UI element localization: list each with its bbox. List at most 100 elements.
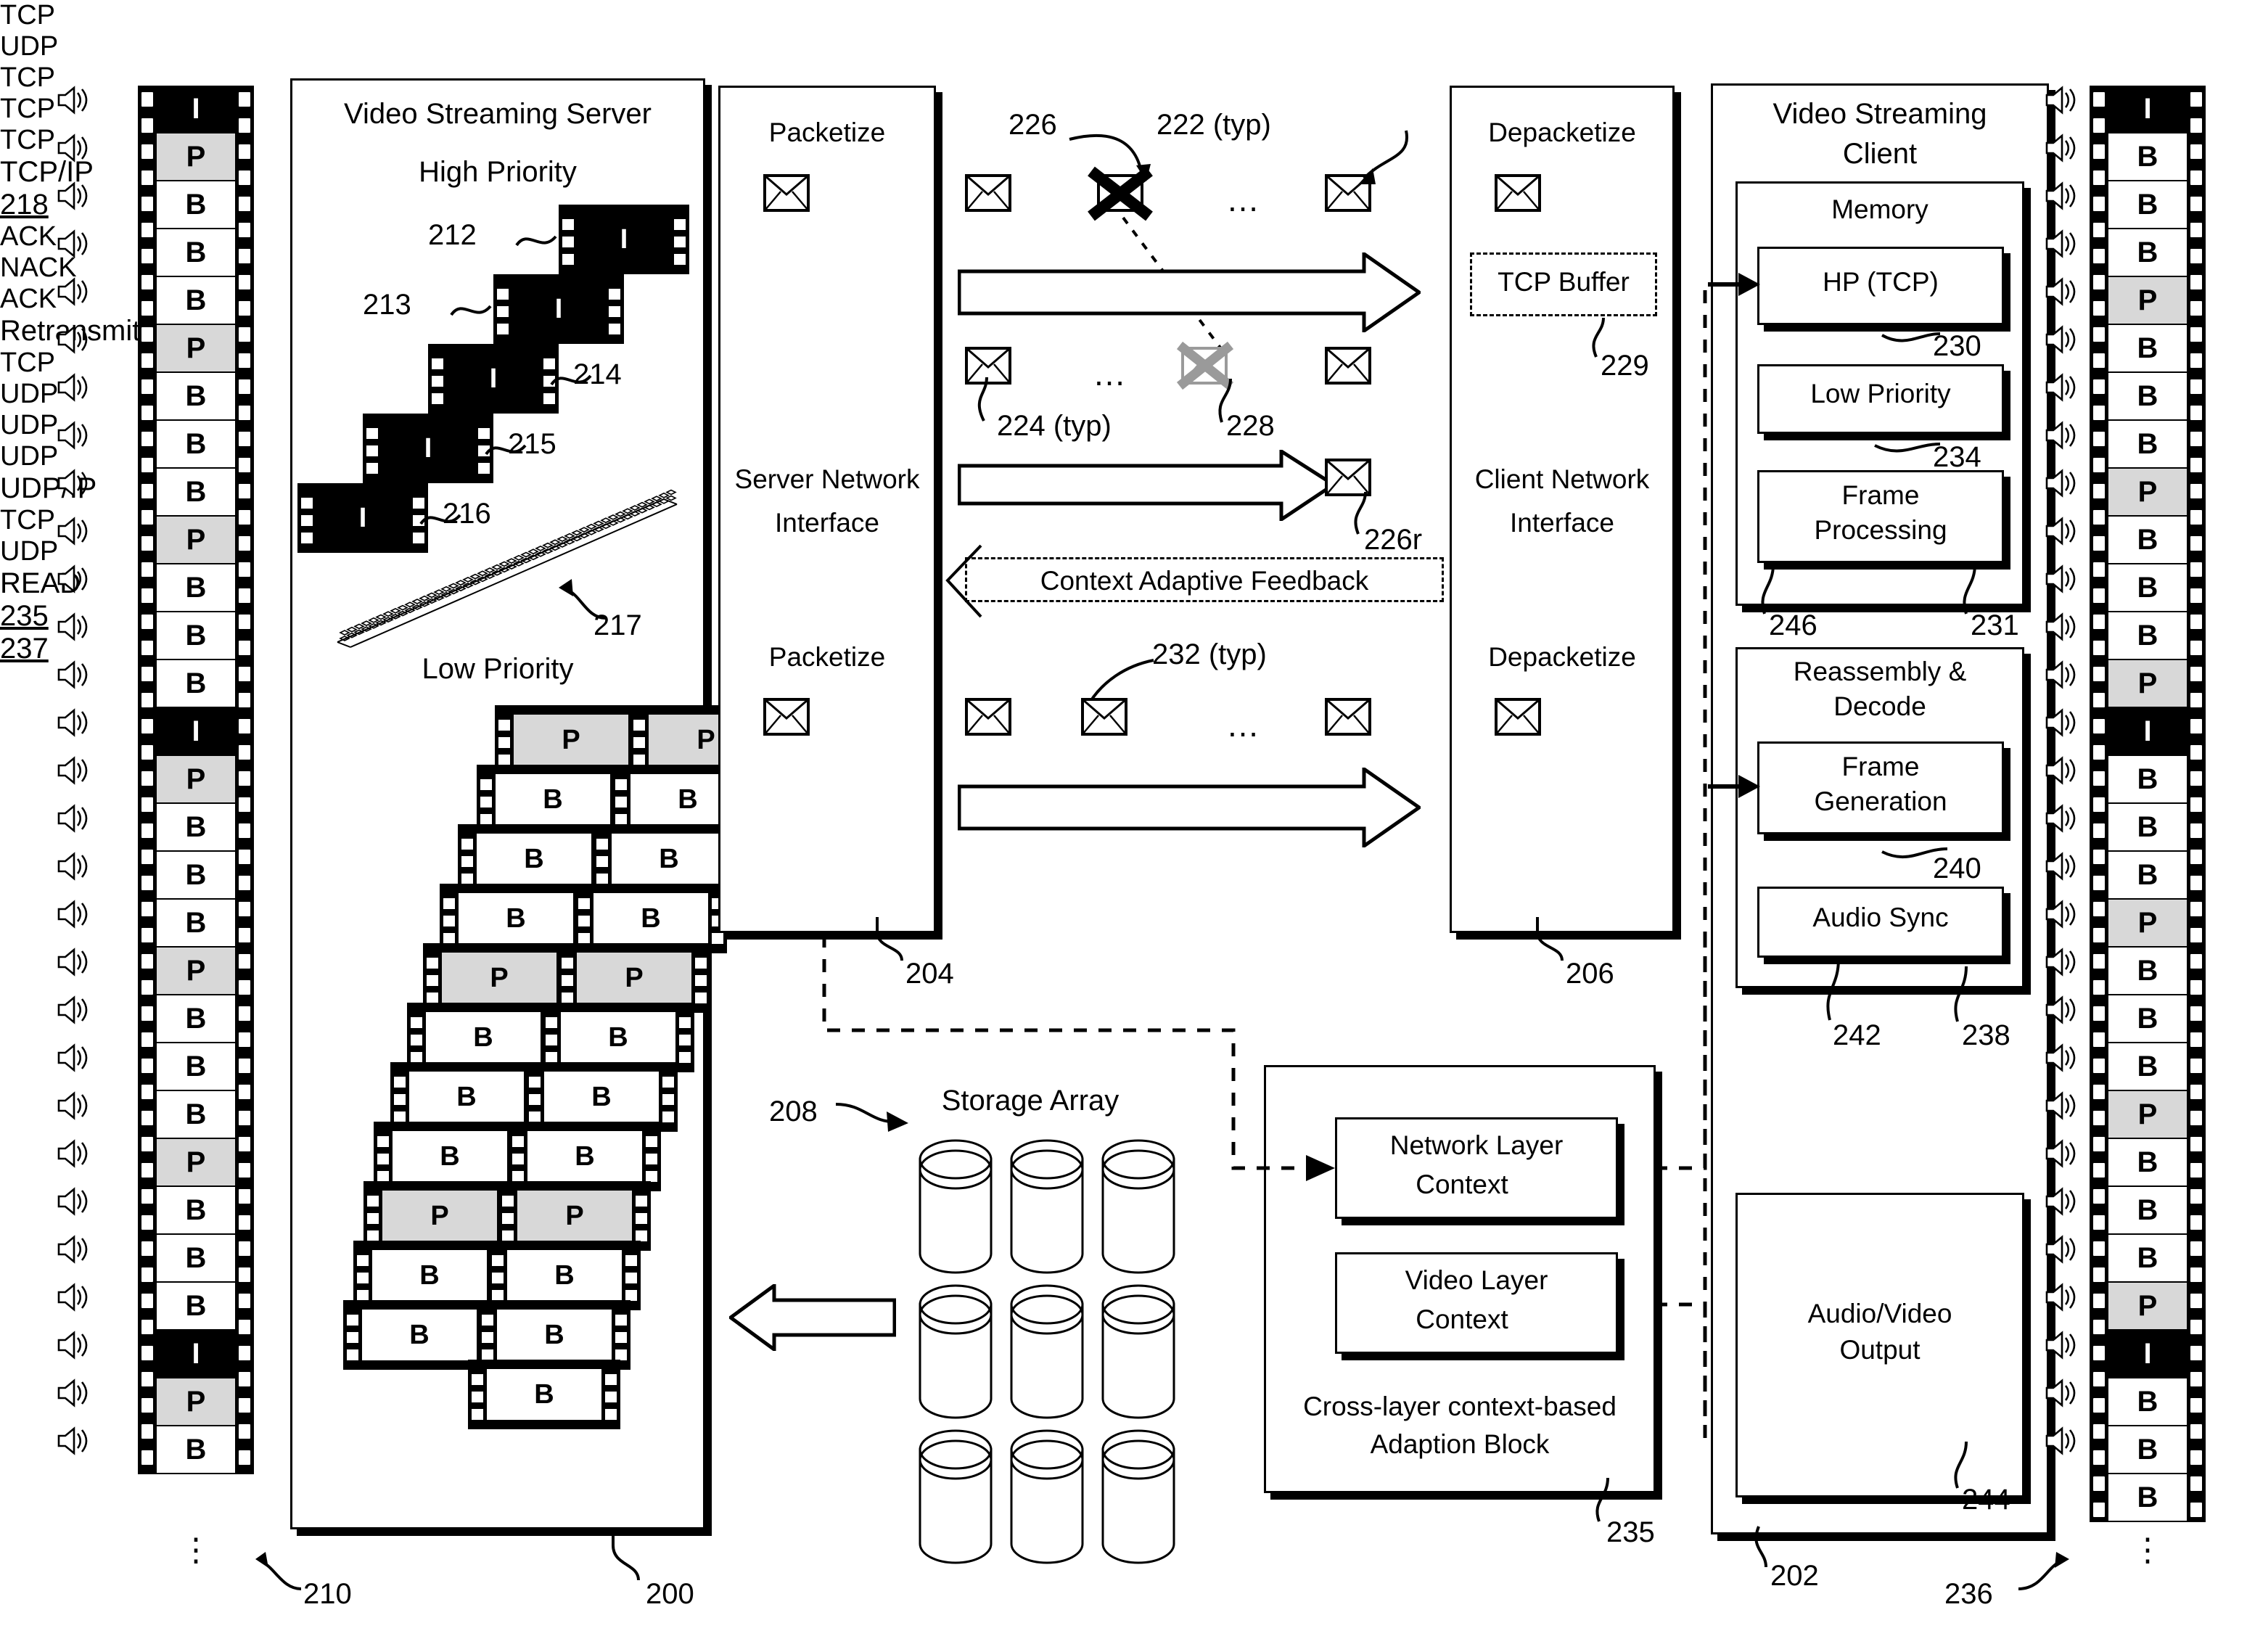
right-filmstrip-ref: 236 [1944,1578,1993,1610]
film-frame: B [157,852,235,900]
tcp-buffer-ref-leader [1592,317,1605,358]
server-packetize-top: Packetize [768,118,886,147]
film-frame: B [157,1187,235,1235]
udp-envelope-client [1495,698,1541,736]
speaker-icon [2045,133,2078,163]
left-speaker-column [57,86,100,1508]
speaker-icon [57,995,90,1024]
udp-envelope-1 [965,698,1011,736]
speaker-icon [2045,900,2078,929]
film-frame: P [442,953,556,1003]
client-depacketize-bottom: Depacketize [1488,642,1636,672]
film-frame: B [157,804,235,852]
film-frame: B [157,1283,235,1331]
sprocket-holes [138,86,157,1474]
server-packetize-bottom: Packetize [768,642,886,672]
film-frame: P [157,756,235,804]
film-frame: B [2108,1474,2187,1522]
film-frame: P [157,133,235,181]
i-frame-213: I [493,274,624,344]
i-frame-ref-213: 213 [363,289,411,321]
film-frame: B [2108,995,2187,1043]
speaker-icon [2045,1331,2078,1360]
speaker-icon [57,181,90,210]
film-frame: B [612,834,726,884]
film-frame: B [507,1250,622,1301]
film-frame: I [2108,708,2187,756]
speaker-icon [57,1091,90,1120]
speaker-icon [2045,1043,2078,1072]
speaker-icon [57,325,90,354]
sprocket-holes [2090,86,2108,1522]
client-network-interface-title-1: Client Network [1474,464,1650,494]
film-frame: B [593,893,708,944]
server-ref: 200 [646,1578,694,1610]
film-frame: B [157,564,235,612]
ref-222-leader [1358,130,1409,184]
i-frame-ref-212: 212 [428,219,477,251]
i-frame-leader-213 [450,305,492,316]
udp-envelope-server [763,698,810,736]
film-frame: I [2108,86,2187,133]
frame-processing-label-1: Frame [1841,480,1920,510]
speaker-icon [2045,1283,2078,1312]
film-frame: P [2108,1091,2187,1139]
film-frame: B [2108,517,2187,564]
tcp-envelope-server [763,174,810,212]
speaker-icon [2045,804,2078,833]
film-frame: I [578,214,670,265]
ref-226: 226 [1009,109,1057,141]
film-frame: B [157,1091,235,1139]
film-frame: B [372,1250,487,1301]
reassembly-label-1: Reassembly & [1793,657,1967,686]
film-frame: I [157,1331,235,1378]
udp-envelope-3 [1325,698,1371,736]
film-frame: B [2108,1235,2187,1283]
film-frame: B [2108,948,2187,995]
film-frame: B [2108,1139,2187,1187]
speaker-icon [57,1235,90,1264]
film-frame: B [2108,1378,2187,1426]
film-frame: B [157,660,235,708]
hp-tcp-ref-leader [1881,332,1941,342]
speaker-icon [2045,421,2078,450]
film-frame: I [157,708,235,756]
tcp-buffer-label: TCP Buffer [1498,267,1630,297]
sprocket-holes [235,86,254,1474]
speaker-icon [57,133,90,163]
speaker-icon [57,660,90,689]
film-frame: I [382,423,475,474]
film-frame: B [426,1012,541,1063]
tcp-envelope-client [1495,174,1541,212]
ref-226-leader [1069,133,1151,181]
speaker-icon [2045,1235,2078,1264]
speaker-icon [57,277,90,306]
film-frame: P [157,325,235,373]
speaker-icon [57,804,90,833]
speaker-icon [2045,1426,2078,1455]
film-frame: B [157,1235,235,1283]
client-network-interface-title-2: Interface [1510,508,1614,538]
film-frame: B [561,1012,675,1063]
speaker-icon [2045,612,2078,641]
speaker-icon [57,1283,90,1312]
server-stack-217-arrow [559,579,607,620]
speaker-icon [2045,660,2078,689]
film-frame: B [2108,133,2187,181]
film-frame: B [2108,421,2187,469]
speaker-icon [57,469,90,498]
patent-figure: IPBBBPBBBPBBBIPBBBPBBBPBBBIPB ⋮ 210 Vide… [0,0,2247,1652]
film-frame: P [2108,469,2187,517]
speaker-icon [57,756,90,785]
i-frame-214: I [428,344,559,414]
film-frame: B [487,1369,601,1420]
film-frame: B [157,469,235,517]
right-filmstrip-ref-arrow [2018,1552,2069,1590]
speaker-icon [2045,517,2078,546]
left-filmstrip-ellipsis: ⋮ [180,1532,212,1568]
server-low-priority-label: Low Priority [422,653,574,685]
speaker-icon [2045,1139,2078,1168]
speaker-icon [57,1043,90,1072]
film-frame: B [157,900,235,948]
film-frame: P [2108,900,2187,948]
